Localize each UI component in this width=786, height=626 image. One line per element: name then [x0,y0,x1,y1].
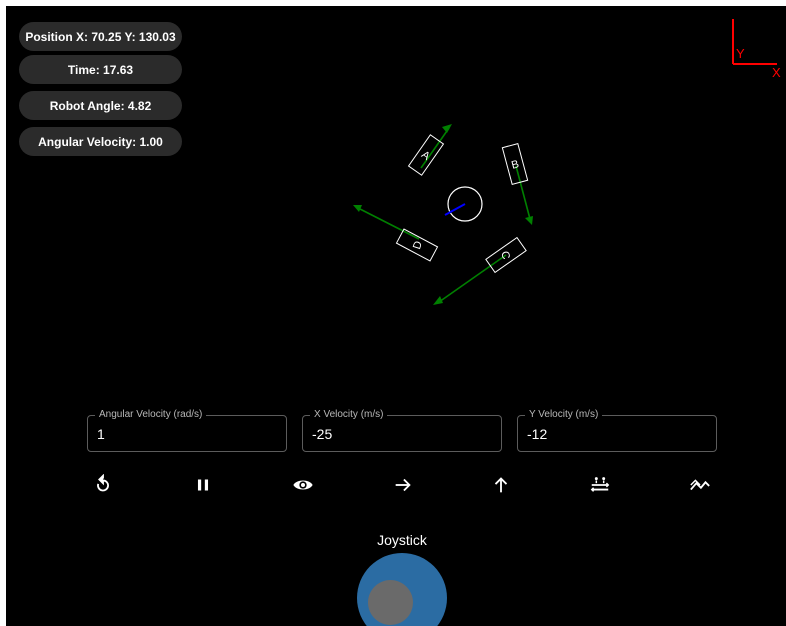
strafe-icon [590,477,610,492]
x-velocity-input[interactable] [312,426,492,442]
wheel-b-label: B [510,158,520,171]
joystick-knob[interactable] [368,580,413,625]
y-velocity-field-label: Y Velocity (m/s) [525,409,603,421]
x-velocity-field: X Velocity (m/s) [302,409,502,452]
wheel-b-force-arrow [515,165,531,220]
zigzag-button[interactable] [685,470,715,500]
y-velocity-input[interactable] [527,426,707,442]
wheel-d-label: D [411,240,425,251]
y-velocity-field: Y Velocity (m/s) [517,409,717,452]
zigzag-icon [690,479,710,491]
joystick-label: Joystick [377,532,427,548]
wheel-a-label: A [419,149,432,163]
y-axis-label: Y [736,46,745,61]
reset-icon [97,474,109,492]
move-up-button[interactable] [486,470,516,500]
strafe-button[interactable] [585,470,615,500]
wheel-c: C [485,236,527,274]
wheel-c-label: C [498,250,512,261]
wheel-a: A [407,134,445,176]
angular-velocity-field-label: Angular Velocity (rad/s) [95,409,207,421]
reset-button[interactable] [88,470,118,500]
eye-icon [293,480,313,490]
visibility-button[interactable] [288,470,318,500]
arrow-right-icon [395,478,411,492]
move-right-button[interactable] [388,470,418,500]
wheel-d-force-arrow [357,207,420,240]
wheel-b: B [501,142,529,186]
pause-button[interactable] [188,470,218,500]
wheel-d: D [395,228,439,262]
x-velocity-field-label: X Velocity (m/s) [310,409,388,421]
axes-indicator: Y X [732,19,781,80]
angular-velocity-input[interactable] [97,426,277,442]
pause-icon [197,479,209,491]
x-axis-label: X [772,65,781,80]
arrow-up-icon [494,477,508,493]
wheel-c-force-arrow [438,254,507,303]
angular-velocity-field: Angular Velocity (rad/s) [87,409,287,452]
simulation-canvas: Position X: 70.25 Y: 130.03 Time: 17.63 … [6,6,786,626]
